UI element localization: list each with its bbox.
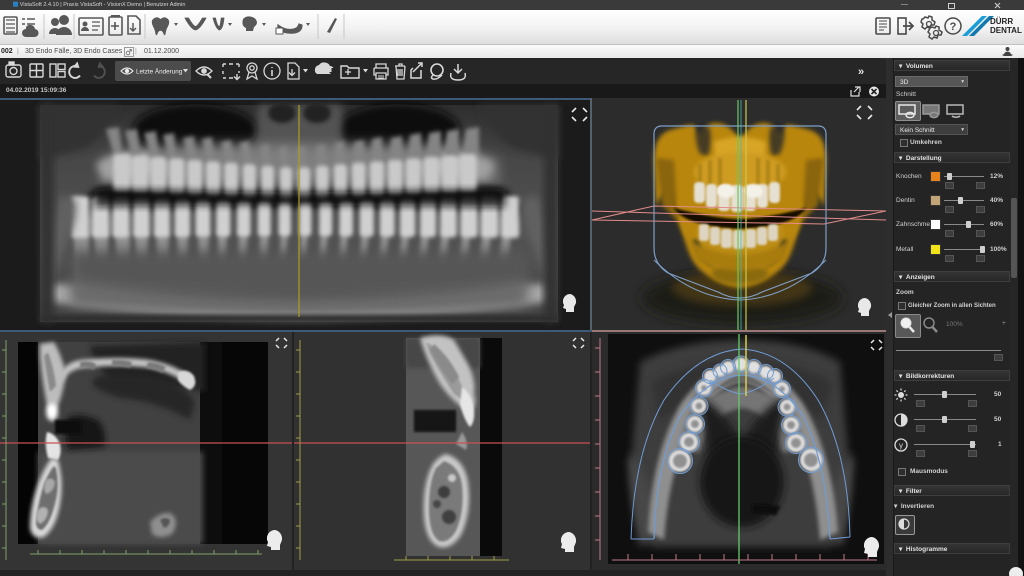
svg-text:Letzte Änderung: Letzte Änderung — [136, 68, 183, 76]
svg-text:?: ? — [950, 21, 957, 33]
svg-text:»: » — [858, 66, 864, 78]
svg-text:γ: γ — [899, 441, 903, 450]
svg-text:DÜRR: DÜRR — [990, 17, 1013, 26]
svg-text:DENTAL: DENTAL — [990, 26, 1022, 35]
